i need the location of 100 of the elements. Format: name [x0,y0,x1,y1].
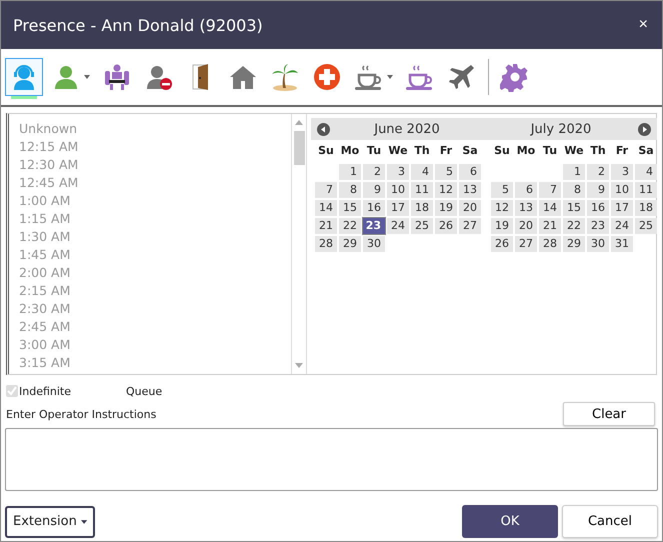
weekday-label: Tu [542,143,558,159]
instructions-label: Enter Operator Instructions [6,408,156,420]
calendar-day[interactable]: 29 [339,236,361,252]
weekday-label: Fr [614,143,630,159]
calendar-day[interactable]: 10 [611,182,633,198]
calendar-day[interactable]: 22 [563,218,585,234]
calendar-day[interactable]: 24 [611,218,633,234]
weekday-label: We [563,143,585,159]
scrollbar[interactable] [292,114,307,374]
calendar-day[interactable]: 12 [491,200,513,216]
calendar-day[interactable]: 28 [539,236,561,252]
calendar-day[interactable]: 15 [563,200,585,216]
calendar-day[interactable]: 17 [611,200,633,216]
weekday-label: Tu [366,143,382,159]
calendar-day[interactable]: 12 [435,182,457,198]
palm-tree-icon [270,62,300,92]
calendar-day[interactable]: 9 [587,182,609,198]
calendar-day[interactable]: 14 [315,200,337,216]
calendar-day[interactable]: 5 [491,182,513,198]
gear-icon [500,62,530,92]
checkbox-label: Indefinite [19,384,72,398]
calendar-day[interactable]: 24 [387,218,409,234]
calendar-day[interactable]: 1 [563,164,585,180]
calendar-day[interactable]: 2 [363,164,385,180]
calendar-day[interactable]: 16 [363,200,385,216]
calendar-day[interactable]: 18 [635,200,657,216]
calendar-day[interactable]: 19 [435,200,457,216]
calendar-day[interactable]: 21 [539,218,561,234]
calendar-day[interactable]: 25 [635,218,657,234]
weekday-label: Sa [637,143,655,159]
calendar-day[interactable]: 22 [339,218,361,234]
calendar-day[interactable]: 20 [515,218,537,234]
calendar-day[interactable]: 7 [315,182,337,198]
medical-cross-icon [312,62,342,92]
weekday-label: Fr [438,143,454,159]
calendar-day[interactable]: 8 [339,182,361,198]
weekday-label: Mo [340,143,360,159]
calendar-day[interactable]: 30 [587,236,609,252]
calendar-day[interactable]: 11 [635,182,657,198]
scroll-up-icon[interactable] [295,120,303,125]
calendar-day[interactable]: 20 [459,200,481,216]
calendar-day[interactable]: 25 [411,218,433,234]
extension-dropdown[interactable]: Extension [5,506,95,538]
instructions-field[interactable] [5,428,658,491]
calendar-day[interactable]: 23 [587,218,609,234]
clear-button[interactable]: Clear [563,402,655,426]
scroll-down-icon[interactable] [295,363,303,368]
calendar-day[interactable]: 13 [515,200,537,216]
weekday-label: Su [493,143,511,159]
calendar-day[interactable]: 10 [387,182,409,198]
calendar-day[interactable]: 16 [587,200,609,216]
calendar-day[interactable]: 2 [587,164,609,180]
calendar-day[interactable]: 4 [635,164,657,180]
calendar-day[interactable]: 11 [411,182,433,198]
calendar-day[interactable]: 21 [315,218,337,234]
calendar-day[interactable]: 23 [363,218,385,234]
calendar-day[interactable]: 6 [515,182,537,198]
calendar-day[interactable]: 7 [539,182,561,198]
calendar-day[interactable]: 5 [435,164,457,180]
calendar-day[interactable]: 31 [611,236,633,252]
caret-icon [387,75,393,79]
calendar-day[interactable]: 19 [491,218,513,234]
calendar-day[interactable]: 14 [539,200,561,216]
weekday-label: Th [589,143,607,159]
calendar-day[interactable]: 3 [387,164,409,180]
calendar-day[interactable]: 1 [339,164,361,180]
next-icon[interactable] [638,122,651,136]
calendar-day[interactable]: 27 [515,236,537,252]
calendar-day[interactable]: 17 [387,200,409,216]
month-title: June 2020 [372,122,441,136]
caret-icon [80,518,87,524]
scrollbar-thumb[interactable] [294,131,304,165]
previous-icon[interactable] [317,122,330,136]
cancel-button[interactable]: Cancel [562,505,658,538]
close-button[interactable]: × [636,16,650,34]
calendar-day[interactable]: 27 [459,218,481,234]
airplane-icon [447,62,477,92]
calendar-day[interactable]: 8 [563,182,585,198]
calendar-day[interactable]: 28 [315,236,337,252]
calendar-day[interactable]: 3 [611,164,633,180]
calendar-day[interactable]: 6 [459,164,481,180]
window-title: Presence - Ann Donald (92003) [13,16,263,34]
calendar-day[interactable]: 29 [563,236,585,252]
calendar-day[interactable]: 26 [435,218,457,234]
calendar-day[interactable]: 30 [363,236,385,252]
calendar-day[interactable]: 9 [363,182,385,198]
weekday-label: We [387,143,409,159]
calendar-day[interactable]: 4 [411,164,433,180]
queue-label: Queue [126,384,162,398]
calendar-day[interactable]: 15 [339,200,361,216]
weekday-label: Mo [516,143,536,159]
calendar-day[interactable]: 18 [411,200,433,216]
weekday-label: Th [413,143,431,159]
meeting-icon [102,62,132,92]
month-title: July 2020 [529,122,592,136]
calendar-day[interactable]: 26 [491,236,513,252]
caret-icon [84,75,90,79]
ok-button[interactable]: OK [462,505,558,538]
calendar-day[interactable]: 13 [459,182,481,198]
weekday-label: Sa [461,143,479,159]
